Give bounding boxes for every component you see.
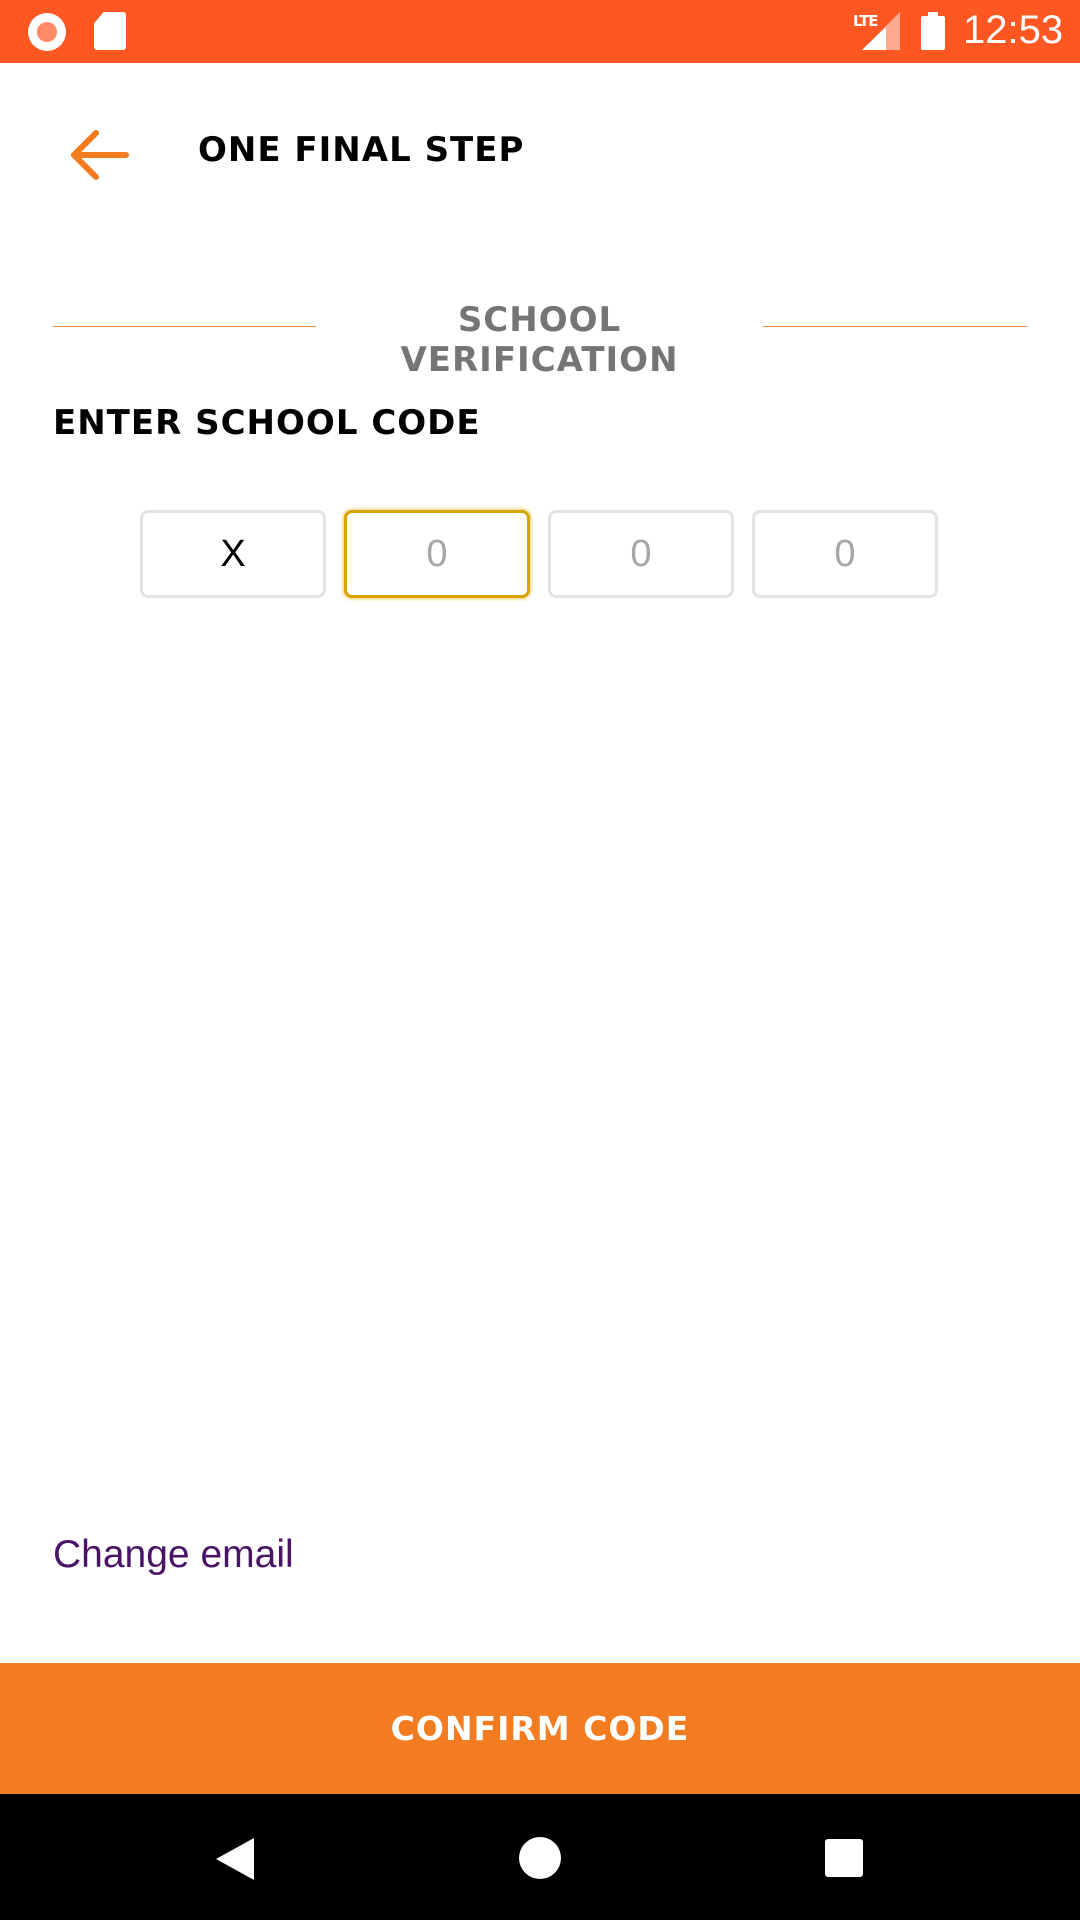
network-type: LTE	[853, 12, 879, 30]
divider-left	[53, 326, 316, 327]
code-digit-1-input[interactable]: X	[140, 510, 326, 598]
nav-home-icon[interactable]	[518, 1836, 562, 1880]
code-digit-3-input[interactable]: 0	[548, 510, 734, 598]
code-digit-2-input[interactable]: 0	[344, 510, 530, 598]
section-title: SCHOOL VERIFICATION	[400, 300, 679, 380]
page-title: ONE FINAL STEP	[198, 130, 525, 170]
status-time: 12:53	[963, 8, 1064, 52]
battery-icon	[921, 12, 945, 50]
nav-recents-icon[interactable]	[824, 1838, 864, 1878]
screen-record-icon	[28, 13, 66, 51]
status-bar: LTE 12:53	[0, 0, 1080, 63]
arrow-left-icon	[71, 130, 129, 180]
sd-card-icon	[94, 12, 126, 50]
code-digit-4-input[interactable]: 0	[752, 510, 938, 598]
divider-right	[763, 326, 1027, 327]
school-code-label: ENTER SCHOOL CODE	[53, 403, 481, 443]
screen: LTE 12:53 ONE FINAL STEP SCHOOL VERIFICA…	[0, 0, 1080, 1920]
back-button[interactable]	[60, 124, 136, 186]
confirm-code-button[interactable]: CONFIRM CODE	[0, 1663, 1080, 1794]
change-email-link[interactable]: Change email	[53, 1533, 294, 1577]
nav-back-icon[interactable]	[214, 1836, 256, 1882]
